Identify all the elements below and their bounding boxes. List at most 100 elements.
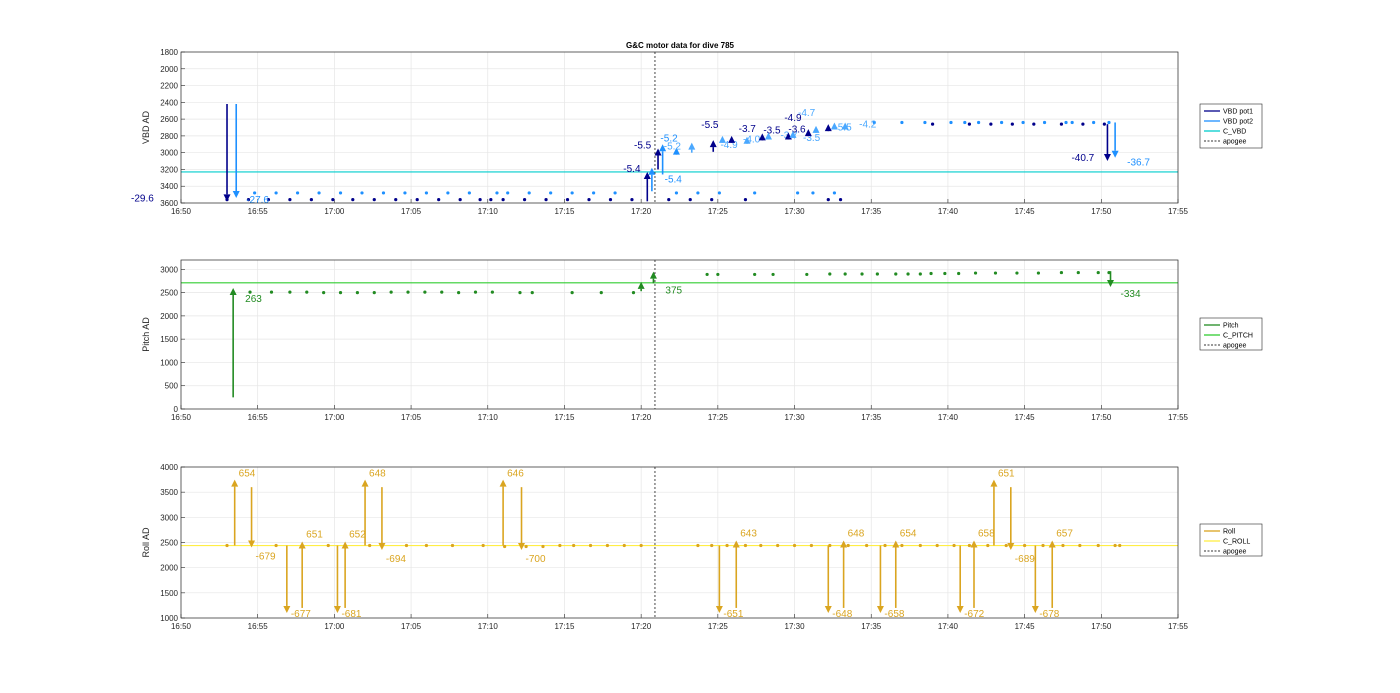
vbd-data-point (1010, 122, 1014, 126)
vbd-data-point (522, 198, 527, 202)
vbd-data-point (1000, 120, 1004, 125)
vbd-x-tick-label: 17:40 (938, 207, 959, 216)
vbd-data-point (1070, 120, 1074, 125)
vbd-y-tick-label: 3200 (160, 165, 178, 174)
pitch-data-point (875, 272, 879, 276)
pitch-data-point (423, 290, 427, 294)
pitch-x-tick-label: 17:15 (554, 413, 575, 422)
pitch-data-point (406, 290, 410, 294)
vbd-data-point (1042, 120, 1047, 125)
pitch-data-point (1059, 270, 1064, 275)
vbd-data-point (900, 120, 904, 125)
vbd-data-point (838, 198, 843, 202)
roll-data-point (935, 543, 939, 548)
roll-x-tick-label: 17:25 (708, 622, 729, 631)
pitch-x-tick-label: 16:55 (248, 413, 269, 422)
roll-x-tick-label: 17:20 (631, 622, 652, 631)
roll-data-point (1118, 543, 1122, 548)
vbd-data-point (274, 191, 278, 195)
roll-data-point (605, 543, 610, 548)
vbd-data-point (630, 198, 634, 202)
roll-move-label: -679 (256, 552, 276, 563)
roll-move-label: 654 (900, 528, 917, 539)
pitch-data-point (918, 272, 922, 276)
vbd-move-label: -5.5 (701, 120, 719, 131)
vbd-x-tick-label: 17:30 (785, 207, 806, 216)
vbd-y-tick-label: 2600 (160, 115, 178, 124)
vbd-data-point (549, 191, 553, 195)
vbd-data-point (478, 198, 482, 202)
pitch-data-point (993, 271, 998, 275)
roll-x-tick-label: 17:40 (938, 622, 959, 631)
roll-legend: Roll C_ROLLapogee (1199, 523, 1263, 557)
roll-move-label: 651 (998, 469, 1015, 480)
vbd-data-point (1102, 122, 1106, 126)
pitch-data-point (753, 272, 757, 277)
roll-data-point (846, 543, 850, 548)
pitch-data-point (716, 272, 720, 277)
roll-data-point (404, 543, 409, 548)
vbd-x-tick-label: 17:20 (631, 207, 652, 216)
pitch-data-point (1015, 271, 1019, 275)
vbd-data-point (360, 191, 364, 195)
roll-data-point (792, 543, 797, 548)
vbd-data-point (544, 198, 548, 202)
roll-x-tick-label: 17:35 (861, 622, 882, 631)
vbd-move-label: -4.0 (743, 135, 761, 146)
vbd-data-point (295, 191, 300, 195)
pitch-x-tick-label: 17:10 (478, 413, 499, 422)
vbd-data-point (753, 191, 757, 195)
roll-x-tick-label: 17:50 (1091, 622, 1112, 631)
vbd-data-point (587, 198, 591, 202)
pitch-data-point (828, 272, 832, 276)
roll-x-tick-label: 17:55 (1168, 622, 1189, 631)
roll-data-point (225, 543, 229, 548)
pitch-data-point (288, 290, 292, 294)
vbd-x-tick-label: 17:00 (324, 207, 345, 216)
roll-data-point (710, 543, 714, 548)
vbd-data-point (565, 198, 570, 202)
pitch-x-tick-label: 17:55 (1168, 413, 1189, 422)
pitch-data-point (1076, 270, 1080, 275)
roll-data-point (900, 543, 904, 548)
pitch-data-point (372, 290, 376, 295)
roll-data-point (588, 543, 593, 548)
vbd-legend-label: VBD pot2 (1223, 119, 1253, 126)
roll-data-point (1078, 543, 1082, 548)
vbd-data-point (930, 122, 935, 126)
pitch-legend-label: C_PITCH (1223, 333, 1253, 340)
vbd-data-point (309, 198, 313, 202)
vbd-data-point (501, 198, 505, 202)
pitch-data-point (929, 271, 933, 276)
vbd-y-tick-label: 2800 (160, 132, 178, 141)
vbd-data-point (674, 191, 679, 195)
roll-data-point (368, 543, 372, 548)
vbd-data-point (710, 198, 714, 202)
pitch-y-tick-label: 2000 (160, 312, 178, 321)
pitch-y-tick-label: 500 (165, 382, 179, 391)
pitch-legend: Pitch C_PITCHapogee (1199, 317, 1263, 351)
pitch-data-point (894, 272, 898, 276)
vbd-y-tick-label: 1800 (160, 48, 178, 57)
pitch-x-tick-label: 17:40 (938, 413, 959, 422)
vbd-data-point (696, 191, 700, 195)
panel-pitch: 16:50 16:55 17:00 17:05 17:10 17:15 17:20 17:25… (141, 259, 1263, 422)
pitch-data-point (570, 290, 574, 295)
pitch-data-point (957, 271, 961, 276)
pitch-x-tick-label: 17:05 (401, 413, 422, 422)
roll-y-axis-label: Roll AD (141, 527, 151, 558)
roll-data-point (1041, 543, 1045, 548)
roll-y-tick-label: 3500 (160, 488, 178, 497)
vbd-data-point (667, 198, 671, 202)
vbd-x-tick-label: 17:10 (478, 207, 499, 216)
pitch-data-point (457, 290, 461, 295)
vbd-data-point (338, 191, 343, 195)
vbd-data-point (424, 191, 429, 195)
roll-data-point (743, 543, 748, 548)
roll-data-point (883, 543, 887, 548)
roll-y-tick-label: 2000 (160, 564, 178, 573)
vbd-data-point (570, 191, 574, 195)
roll-data-point (952, 543, 956, 548)
vbd-data-point (977, 120, 981, 125)
vbd-data-point (372, 198, 376, 202)
